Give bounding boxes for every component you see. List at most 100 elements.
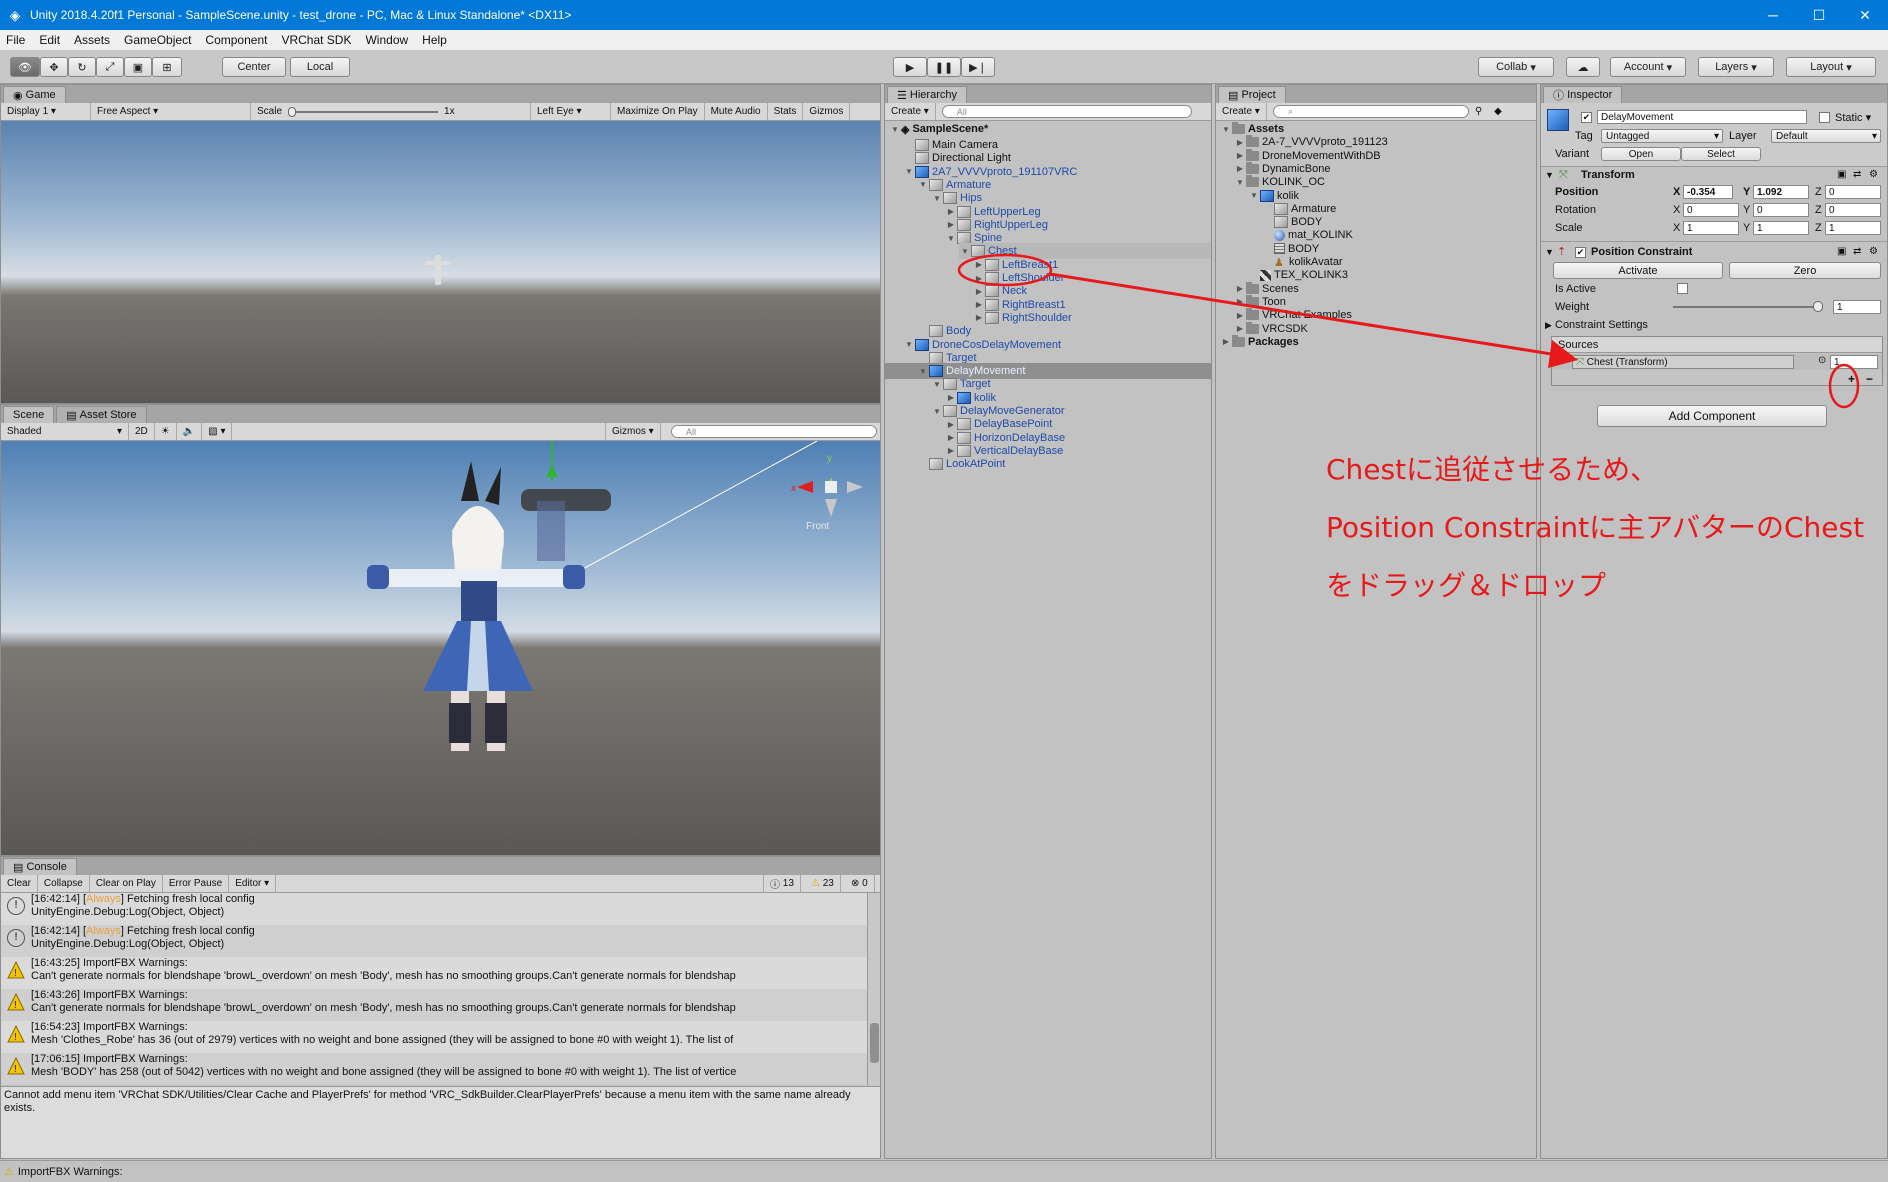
- fold-arrow-icon[interactable]: ▼: [1545, 170, 1554, 180]
- constraint-settings-foldout[interactable]: Constraint Settings: [1555, 319, 1648, 331]
- project-item[interactable]: ▶ Packages: [1220, 334, 1299, 350]
- console-entry[interactable]: ! [16:42:14] [Always] Fetching fresh loc…: [1, 925, 867, 957]
- tab-inspector[interactable]: ⓘ Inspector: [1543, 86, 1623, 103]
- fold-arrow-icon[interactable]: ▶: [945, 446, 957, 455]
- fold-arrow-icon[interactable]: ▶: [945, 420, 957, 429]
- effects-dropdown[interactable]: ▧ ▾: [202, 423, 233, 440]
- fold-arrow-icon[interactable]: ▼: [917, 367, 929, 376]
- fold-arrow-icon[interactable]: ▶: [945, 207, 957, 216]
- fold-arrow-icon[interactable]: ▶: [1234, 138, 1246, 147]
- active-checkbox[interactable]: ✔: [1581, 112, 1592, 123]
- menu-gameobject[interactable]: GameObject: [124, 33, 191, 47]
- fold-arrow-icon[interactable]: ▼: [903, 167, 915, 176]
- position-z-field[interactable]: 0: [1825, 185, 1881, 199]
- object-name-input[interactable]: DelayMovement: [1597, 110, 1807, 124]
- orientation-gizmo[interactable]: [797, 477, 863, 517]
- maximize-on-play-toggle[interactable]: Maximize On Play: [611, 103, 705, 120]
- cloud-button[interactable]: ☁: [1566, 57, 1600, 77]
- hierarchy-create-dropdown[interactable]: Create ▾: [885, 103, 936, 120]
- fold-arrow-icon[interactable]: ▼: [1248, 191, 1260, 200]
- console-collapse-toggle[interactable]: Collapse: [38, 875, 90, 892]
- scale-tool-button[interactable]: ⤢: [96, 57, 124, 77]
- fold-arrow-icon[interactable]: ▼: [931, 407, 943, 416]
- rect-tool-button[interactable]: ▣: [124, 57, 152, 77]
- constraint-enabled-checkbox[interactable]: ✔: [1575, 247, 1586, 258]
- fold-arrow-icon[interactable]: ▼: [1545, 247, 1554, 257]
- console-entry[interactable]: ! [16:54:23] ImportFBX Warnings: Mesh 'C…: [1, 1021, 867, 1053]
- fold-arrow-icon[interactable]: ▶: [1234, 284, 1246, 293]
- menu-assets[interactable]: Assets: [74, 33, 110, 47]
- constraint-activate-button[interactable]: Activate: [1553, 262, 1723, 279]
- component-help-icon[interactable]: ▣: [1837, 169, 1846, 180]
- layout-dropdown[interactable]: Layout ▾: [1786, 57, 1876, 77]
- scale-y-field[interactable]: 1: [1753, 221, 1809, 235]
- tab-console[interactable]: ▤ Console: [3, 858, 77, 875]
- project-search-input[interactable]: ⌕: [1272, 105, 1469, 118]
- console-log-list[interactable]: ! [16:42:14] [Always] Fetching fresh loc…: [1, 893, 867, 1085]
- minimize-button[interactable]: ─: [1750, 7, 1796, 23]
- audio-toggle[interactable]: 🔈: [177, 423, 203, 440]
- rotation-y-field[interactable]: 0: [1753, 203, 1809, 217]
- tab-asset-store[interactable]: ▤ Asset Store: [56, 406, 147, 423]
- remove-source-button[interactable]: −: [1866, 372, 1873, 386]
- menu-component[interactable]: Component: [205, 33, 267, 47]
- fold-arrow-icon[interactable]: ▶: [1234, 324, 1246, 333]
- menu-file[interactable]: File: [6, 33, 25, 47]
- fold-arrow-icon[interactable]: ▼: [1220, 125, 1232, 134]
- fold-arrow-icon[interactable]: ▶: [973, 300, 985, 309]
- transform-tool-button[interactable]: ⊞: [152, 57, 182, 77]
- fold-arrow-icon[interactable]: ▼: [945, 234, 957, 243]
- position-y-field[interactable]: 1.092: [1753, 185, 1809, 199]
- component-preset-icon[interactable]: ⇄: [1853, 169, 1861, 180]
- scale-x-field[interactable]: 1: [1683, 221, 1739, 235]
- filter-label-button[interactable]: ◆: [1488, 103, 1508, 120]
- fold-arrow-icon[interactable]: ▶: [1234, 311, 1246, 320]
- pivot-center-button[interactable]: Center: [222, 57, 286, 77]
- settings-fold-arrow-icon[interactable]: ▶: [1545, 320, 1552, 331]
- fold-arrow-icon[interactable]: ▶: [1220, 337, 1232, 346]
- game-viewport[interactable]: [1, 121, 880, 403]
- menu-edit[interactable]: Edit: [39, 33, 60, 47]
- aspect-dropdown[interactable]: Free Aspect ▾: [91, 103, 251, 120]
- console-entry[interactable]: ! [17:06:15] ImportFBX Warnings: Mesh 'B…: [1, 1053, 867, 1085]
- scale-z-field[interactable]: 1: [1825, 221, 1881, 235]
- mute-audio-toggle[interactable]: Mute Audio: [705, 103, 768, 120]
- close-button[interactable]: ✕: [1842, 7, 1888, 24]
- move-tool-button[interactable]: ✥: [40, 57, 68, 77]
- console-info-count-toggle[interactable]: ⓘ 13: [763, 875, 801, 892]
- fold-arrow-icon[interactable]: ▶: [945, 433, 957, 442]
- static-checkbox[interactable]: [1819, 112, 1830, 123]
- console-entry[interactable]: ! [16:43:25] ImportFBX Warnings: Can't g…: [1, 957, 867, 989]
- scene-viewport[interactable]: Front y x: [1, 441, 880, 855]
- source-object-field[interactable]: ⤧ Chest (Transform): [1572, 355, 1794, 369]
- component-preset-icon[interactable]: ⇄: [1853, 246, 1861, 257]
- pause-button[interactable]: ❚❚: [927, 57, 961, 77]
- scene-search-input[interactable]: All: [671, 425, 877, 438]
- weight-slider[interactable]: [1673, 301, 1823, 312]
- eye-dropdown[interactable]: Left Eye ▾: [531, 103, 611, 120]
- scene-gizmos-dropdown[interactable]: Gizmos ▾: [605, 423, 661, 440]
- tab-hierarchy[interactable]: ☰ Hierarchy: [887, 86, 967, 103]
- menu-window[interactable]: Window: [365, 33, 408, 47]
- object-picker-icon[interactable]: ⊙: [1818, 355, 1826, 366]
- fold-arrow-icon[interactable]: ▶: [1234, 151, 1246, 160]
- fold-arrow-icon[interactable]: ▶: [973, 287, 985, 296]
- tag-dropdown[interactable]: Untagged ▾: [1601, 129, 1723, 143]
- fold-arrow-icon[interactable]: ▼: [903, 340, 915, 349]
- pivot-local-button[interactable]: Local: [290, 57, 350, 77]
- tab-game[interactable]: ◉ Game: [3, 86, 66, 103]
- fold-arrow-icon[interactable]: ▼: [959, 247, 971, 256]
- add-component-button[interactable]: Add Component: [1597, 405, 1827, 427]
- fold-arrow-icon[interactable]: ▶: [1234, 164, 1246, 173]
- mode-2d-toggle[interactable]: 2D: [129, 423, 155, 440]
- console-clear-button[interactable]: Clear: [1, 875, 38, 892]
- tab-project[interactable]: ▤ Project: [1218, 86, 1286, 103]
- scale-slider[interactable]: Scale 1x: [251, 103, 531, 120]
- play-button[interactable]: ▶: [893, 57, 927, 77]
- account-dropdown[interactable]: Account ▾: [1610, 57, 1686, 77]
- lighting-toggle[interactable]: ☀: [155, 423, 177, 440]
- weight-field[interactable]: 1: [1833, 300, 1881, 314]
- fold-arrow-icon[interactable]: ▶: [973, 313, 985, 322]
- source-row[interactable]: ═ ⤧ Chest (Transform) ⊙ 1: [1552, 354, 1882, 370]
- console-warn-count-toggle[interactable]: ⚠ 23: [805, 875, 841, 892]
